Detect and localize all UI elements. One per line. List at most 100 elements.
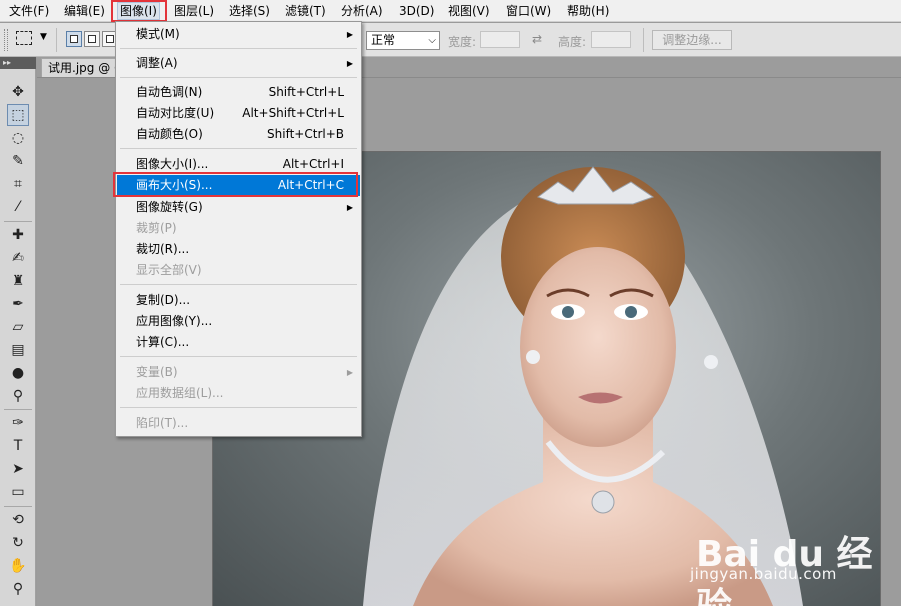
menu-item-image-rotation[interactable]: 图像旋转(G) ▶: [117, 197, 360, 218]
clone-stamp-icon[interactable]: ♜: [7, 270, 29, 292]
divider: [120, 148, 357, 149]
submenu-arrow-icon: ▶: [346, 203, 353, 212]
blur-icon[interactable]: ●: [7, 362, 29, 384]
menu-item-label: 自动对比度(U): [136, 106, 215, 120]
dodge-icon[interactable]: ⚲: [7, 385, 29, 407]
divider: [120, 284, 357, 285]
menu-item-label: 显示全部(V): [136, 263, 202, 277]
menu-item-label: 计算(C)...: [136, 335, 190, 349]
baidu-watermark-url: jingyan.baidu.com: [690, 565, 837, 583]
style-select[interactable]: 正常 ⌵: [366, 31, 440, 50]
menu-item-label: 自动颜色(O): [136, 127, 203, 141]
divider: [120, 407, 357, 408]
tool-preset-icon[interactable]: [16, 31, 32, 45]
menu-item-reveal-all[interactable]: 显示全部(V): [117, 260, 360, 281]
menu-item-duplicate[interactable]: 复制(D)...: [117, 290, 360, 311]
menu-item-apply-data-set[interactable]: 应用数据组(L)...: [117, 383, 360, 404]
type-icon[interactable]: T: [7, 435, 29, 457]
menu-3d[interactable]: 3D(D): [397, 3, 436, 19]
menu-item-apply-image[interactable]: 应用图像(Y)...: [117, 311, 360, 332]
submenu-arrow-icon: ▶: [346, 30, 353, 39]
menu-view[interactable]: 视图(V): [446, 3, 492, 19]
menu-help[interactable]: 帮助(H): [565, 3, 611, 19]
divider: [120, 77, 357, 78]
menu-item-auto-contrast[interactable]: 自动对比度(U) Alt+Shift+Ctrl+L: [117, 103, 360, 124]
3d-orbit-icon[interactable]: ↻: [7, 532, 29, 554]
menu-item-label: 自动色调(N): [136, 85, 203, 99]
menu-item-label: 模式(M): [136, 27, 180, 41]
width-field[interactable]: [480, 31, 520, 48]
menu-item-label: 裁切(R)...: [136, 242, 190, 256]
zoom-icon[interactable]: ⚲: [7, 578, 29, 600]
healing-icon[interactable]: ✚: [7, 224, 29, 246]
marquee-icon[interactable]: ⬚: [7, 104, 29, 126]
history-brush-icon[interactable]: ✒: [7, 293, 29, 315]
menu-item-calculations[interactable]: 计算(C)...: [117, 332, 360, 353]
eraser-icon[interactable]: ▱: [7, 316, 29, 338]
chevron-down-icon: ⌵: [428, 35, 436, 46]
move-icon[interactable]: ✥: [7, 81, 29, 103]
menu-select[interactable]: 选择(S): [227, 3, 272, 19]
divider: [4, 221, 32, 222]
menu-item-label: 图像旋转(G): [136, 200, 203, 214]
menu-item-variables[interactable]: 变量(B) ▶: [117, 362, 360, 383]
menu-item-label: 复制(D)...: [136, 293, 191, 307]
image-menu-dropdown: 模式(M) ▶ 调整(A) ▶ 自动色调(N) Shift+Ctrl+L 自动对…: [115, 21, 362, 437]
new-selection-icon[interactable]: [66, 31, 82, 47]
menu-item-label: 变量(B): [136, 365, 178, 379]
menu-item-label: 应用数据组(L)...: [136, 386, 224, 400]
gradient-icon[interactable]: ▤: [7, 339, 29, 361]
menu-item-auto-color[interactable]: 自动颜色(O) Shift+Ctrl+B: [117, 124, 360, 145]
menu-item-adjustments[interactable]: 调整(A) ▶: [117, 53, 360, 74]
menu-item-label: 陷印(T)...: [136, 416, 189, 430]
divider: [120, 356, 357, 357]
menu-filter[interactable]: 滤镜(T): [283, 3, 328, 19]
menu-layer[interactable]: 图层(L): [172, 3, 216, 19]
brush-icon[interactable]: ✍: [7, 247, 29, 269]
height-label: 高度:: [558, 35, 587, 49]
menu-window[interactable]: 窗口(W): [504, 3, 553, 19]
document-tab[interactable]: 试用.jpg @ 6: [41, 58, 121, 78]
menu-item-trap[interactable]: 陷印(T)...: [117, 413, 360, 434]
menu-item-shortcut: Shift+Ctrl+L: [268, 85, 344, 99]
menu-image-highlight-box: [111, 0, 167, 22]
rectangle-icon[interactable]: ▭: [7, 481, 29, 503]
swap-icon[interactable]: ⇄: [532, 32, 542, 46]
add-selection-icon[interactable]: [84, 31, 100, 47]
divider: [4, 409, 32, 410]
menu-item-label: 应用图像(Y)...: [136, 314, 213, 328]
divider: [643, 28, 644, 52]
divider: [56, 28, 57, 52]
submenu-arrow-icon: ▶: [346, 368, 353, 377]
menu-file[interactable]: 文件(F): [7, 3, 51, 19]
eyedropper-icon[interactable]: ⁄: [7, 196, 29, 218]
menu-analysis[interactable]: 分析(A): [339, 3, 385, 19]
3d-rotate-icon[interactable]: ⟲: [7, 509, 29, 531]
lasso-icon[interactable]: ◌: [7, 127, 29, 149]
divider: [4, 506, 32, 507]
options-grip[interactable]: [4, 29, 8, 51]
menu-item-mode[interactable]: 模式(M) ▶: [117, 24, 360, 45]
menu-edit[interactable]: 编辑(E): [62, 3, 107, 19]
menu-item-trim[interactable]: 裁切(R)...: [117, 239, 360, 260]
hand-icon[interactable]: ✋: [7, 555, 29, 577]
toolbox: ▸▸ ✥ ⬚ ◌ ✎ ⌗ ⁄ ✚ ✍ ♜ ✒ ▱ ▤ ● ⚲ ✑ T ➤ ▭ ⟲…: [0, 57, 36, 606]
toolbox-header[interactable]: ▸▸: [0, 57, 36, 69]
canvas-size-highlight-box: [113, 172, 358, 197]
submenu-arrow-icon: ▶: [346, 59, 353, 68]
divider: [120, 48, 357, 49]
quick-select-icon[interactable]: ✎: [7, 150, 29, 172]
chevron-down-icon[interactable]: ▼: [40, 32, 47, 42]
menu-item-shortcut: Alt+Shift+Ctrl+L: [242, 106, 344, 120]
pen-icon[interactable]: ✑: [7, 412, 29, 434]
height-field[interactable]: [591, 31, 631, 48]
refine-edge-button[interactable]: 调整边缘...: [652, 30, 732, 50]
menu-item-label: 裁剪(P): [136, 221, 177, 235]
menu-item-shortcut: Shift+Ctrl+B: [267, 127, 344, 141]
style-select-value: 正常: [371, 33, 396, 47]
crop-icon[interactable]: ⌗: [7, 173, 29, 195]
menu-item-label: 调整(A): [136, 56, 178, 70]
path-select-icon[interactable]: ➤: [7, 458, 29, 480]
menu-item-auto-tone[interactable]: 自动色调(N) Shift+Ctrl+L: [117, 82, 360, 103]
menu-item-crop[interactable]: 裁剪(P): [117, 218, 360, 239]
